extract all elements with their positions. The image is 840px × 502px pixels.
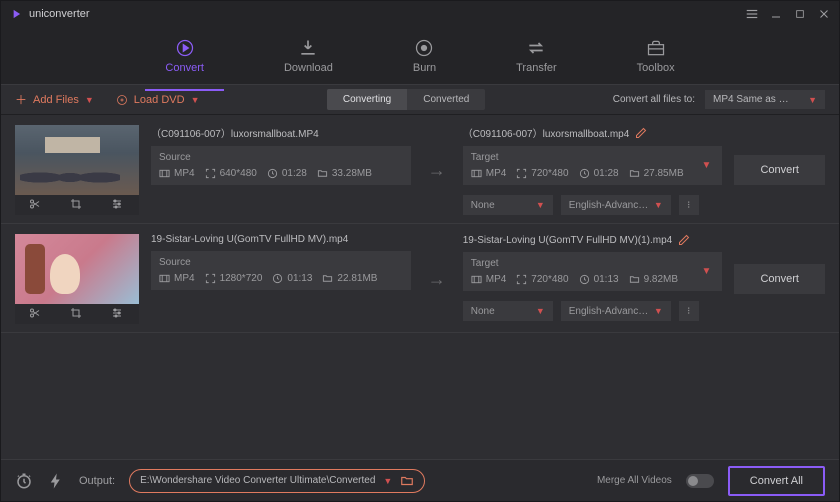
subtitle-dropdown[interactable]: English-Advanc…▼ (561, 301, 671, 321)
chevron-down-icon: ▼ (808, 95, 817, 105)
segment-converting[interactable]: Converting (327, 89, 407, 110)
burn-icon (414, 38, 434, 58)
video-icon (471, 168, 482, 179)
info-button[interactable]: ⁝ (679, 301, 699, 321)
tab-toolbox[interactable]: Toolbox (627, 34, 685, 78)
file-list: （C091106-007）luxorsmallboat.MP4 Source M… (1, 115, 839, 459)
target-filename: 19-Sistar-Loving U(GomTV FullHD MV)(1).m… (463, 235, 673, 246)
arrow-icon: → (427, 234, 447, 324)
convert-all-label: Convert all files to: (613, 94, 695, 105)
convert-icon (175, 38, 195, 58)
merge-videos-label: Merge All Videos (597, 475, 672, 486)
target-format-dropdown[interactable]: ▼ (698, 154, 714, 177)
clock-icon (272, 273, 283, 284)
resolution-icon (516, 274, 527, 285)
folder-icon (322, 273, 333, 284)
chevron-down-icon: ▼ (536, 306, 545, 316)
toolbox-icon (646, 38, 666, 58)
file-row: （C091106-007）luxorsmallboat.MP4 Source M… (1, 115, 839, 224)
chevron-down-icon: ▼ (85, 95, 94, 105)
source-filename: （C091106-007）luxorsmallboat.MP4 (151, 125, 411, 140)
target-label: Target (471, 258, 695, 269)
effects-icon[interactable] (111, 307, 125, 321)
audio-track-dropdown[interactable]: None▼ (463, 301, 553, 321)
minimize-button[interactable] (769, 7, 783, 21)
folder-icon (317, 168, 328, 179)
conversion-status-segment: Converting Converted (327, 89, 486, 110)
clock-icon (579, 274, 590, 285)
chevron-down-icon: ▼ (191, 95, 200, 105)
target-label: Target (471, 152, 695, 163)
load-dvd-button[interactable]: Load DVD ▼ (116, 94, 200, 106)
tab-burn[interactable]: Burn (403, 34, 446, 78)
schedule-icon[interactable] (15, 472, 33, 490)
output-path: E:\Wondershare Video Converter Ultimate\… (140, 475, 375, 486)
info-button[interactable]: ⁝ (679, 195, 699, 215)
arrow-icon: → (427, 125, 447, 215)
close-button[interactable] (817, 7, 831, 21)
edit-icon[interactable] (635, 127, 647, 139)
output-label: Output: (79, 475, 115, 487)
video-icon (159, 273, 170, 284)
folder-icon (629, 168, 640, 179)
add-files-button[interactable]: ＋ Add Files ▼ (15, 91, 94, 108)
resolution-icon (205, 273, 216, 284)
source-label: Source (159, 152, 403, 163)
merge-toggle[interactable] (686, 474, 714, 488)
browse-folder-icon[interactable] (400, 474, 414, 488)
disc-icon (116, 94, 128, 106)
edit-icon[interactable] (678, 234, 690, 246)
tab-transfer[interactable]: Transfer (506, 34, 567, 78)
output-path-selector[interactable]: E:\Wondershare Video Converter Ultimate\… (129, 469, 425, 493)
menu-icon[interactable] (745, 7, 759, 21)
chevron-down-icon: ▼ (383, 476, 392, 486)
target-filename: （C091106-007）luxorsmallboat.mp4 (463, 125, 630, 140)
tab-convert[interactable]: Convert (155, 34, 214, 78)
resolution-icon (205, 168, 216, 179)
audio-track-dropdown[interactable]: None▼ (463, 195, 553, 215)
source-label: Source (159, 257, 403, 268)
folder-icon (629, 274, 640, 285)
video-thumbnail[interactable] (15, 234, 139, 304)
clock-icon (579, 168, 590, 179)
crop-icon[interactable] (70, 307, 84, 321)
chevron-down-icon: ▼ (654, 306, 663, 316)
crop-icon[interactable] (70, 198, 84, 212)
download-icon (298, 38, 318, 58)
target-format-dropdown[interactable]: ▼ (698, 260, 714, 283)
convert-button[interactable]: Convert (734, 264, 825, 294)
chevron-down-icon: ▼ (654, 200, 663, 210)
video-icon (159, 168, 170, 179)
convert-all-button[interactable]: Convert All (728, 466, 825, 496)
app-logo-icon (9, 7, 23, 21)
tab-download[interactable]: Download (274, 34, 343, 78)
app-title: uniconverter (29, 8, 90, 20)
effects-icon[interactable] (111, 198, 125, 212)
subtitle-dropdown[interactable]: English-Advanc…▼ (561, 195, 671, 215)
file-row: 19-Sistar-Loving U(GomTV FullHD MV).mp4 … (1, 224, 839, 333)
trim-icon[interactable] (29, 198, 43, 212)
clock-icon (267, 168, 278, 179)
transfer-icon (526, 38, 546, 58)
maximize-button[interactable] (793, 7, 807, 21)
output-format-dropdown[interactable]: MP4 Same as source … ▼ (705, 90, 825, 109)
video-icon (471, 274, 482, 285)
source-filename: 19-Sistar-Loving U(GomTV FullHD MV).mp4 (151, 234, 411, 245)
chevron-down-icon: ▼ (536, 200, 545, 210)
trim-icon[interactable] (29, 307, 43, 321)
resolution-icon (516, 168, 527, 179)
convert-button[interactable]: Convert (734, 155, 825, 185)
segment-converted[interactable]: Converted (407, 89, 485, 110)
gpu-boost-icon[interactable] (47, 472, 65, 490)
video-thumbnail[interactable] (15, 125, 139, 195)
